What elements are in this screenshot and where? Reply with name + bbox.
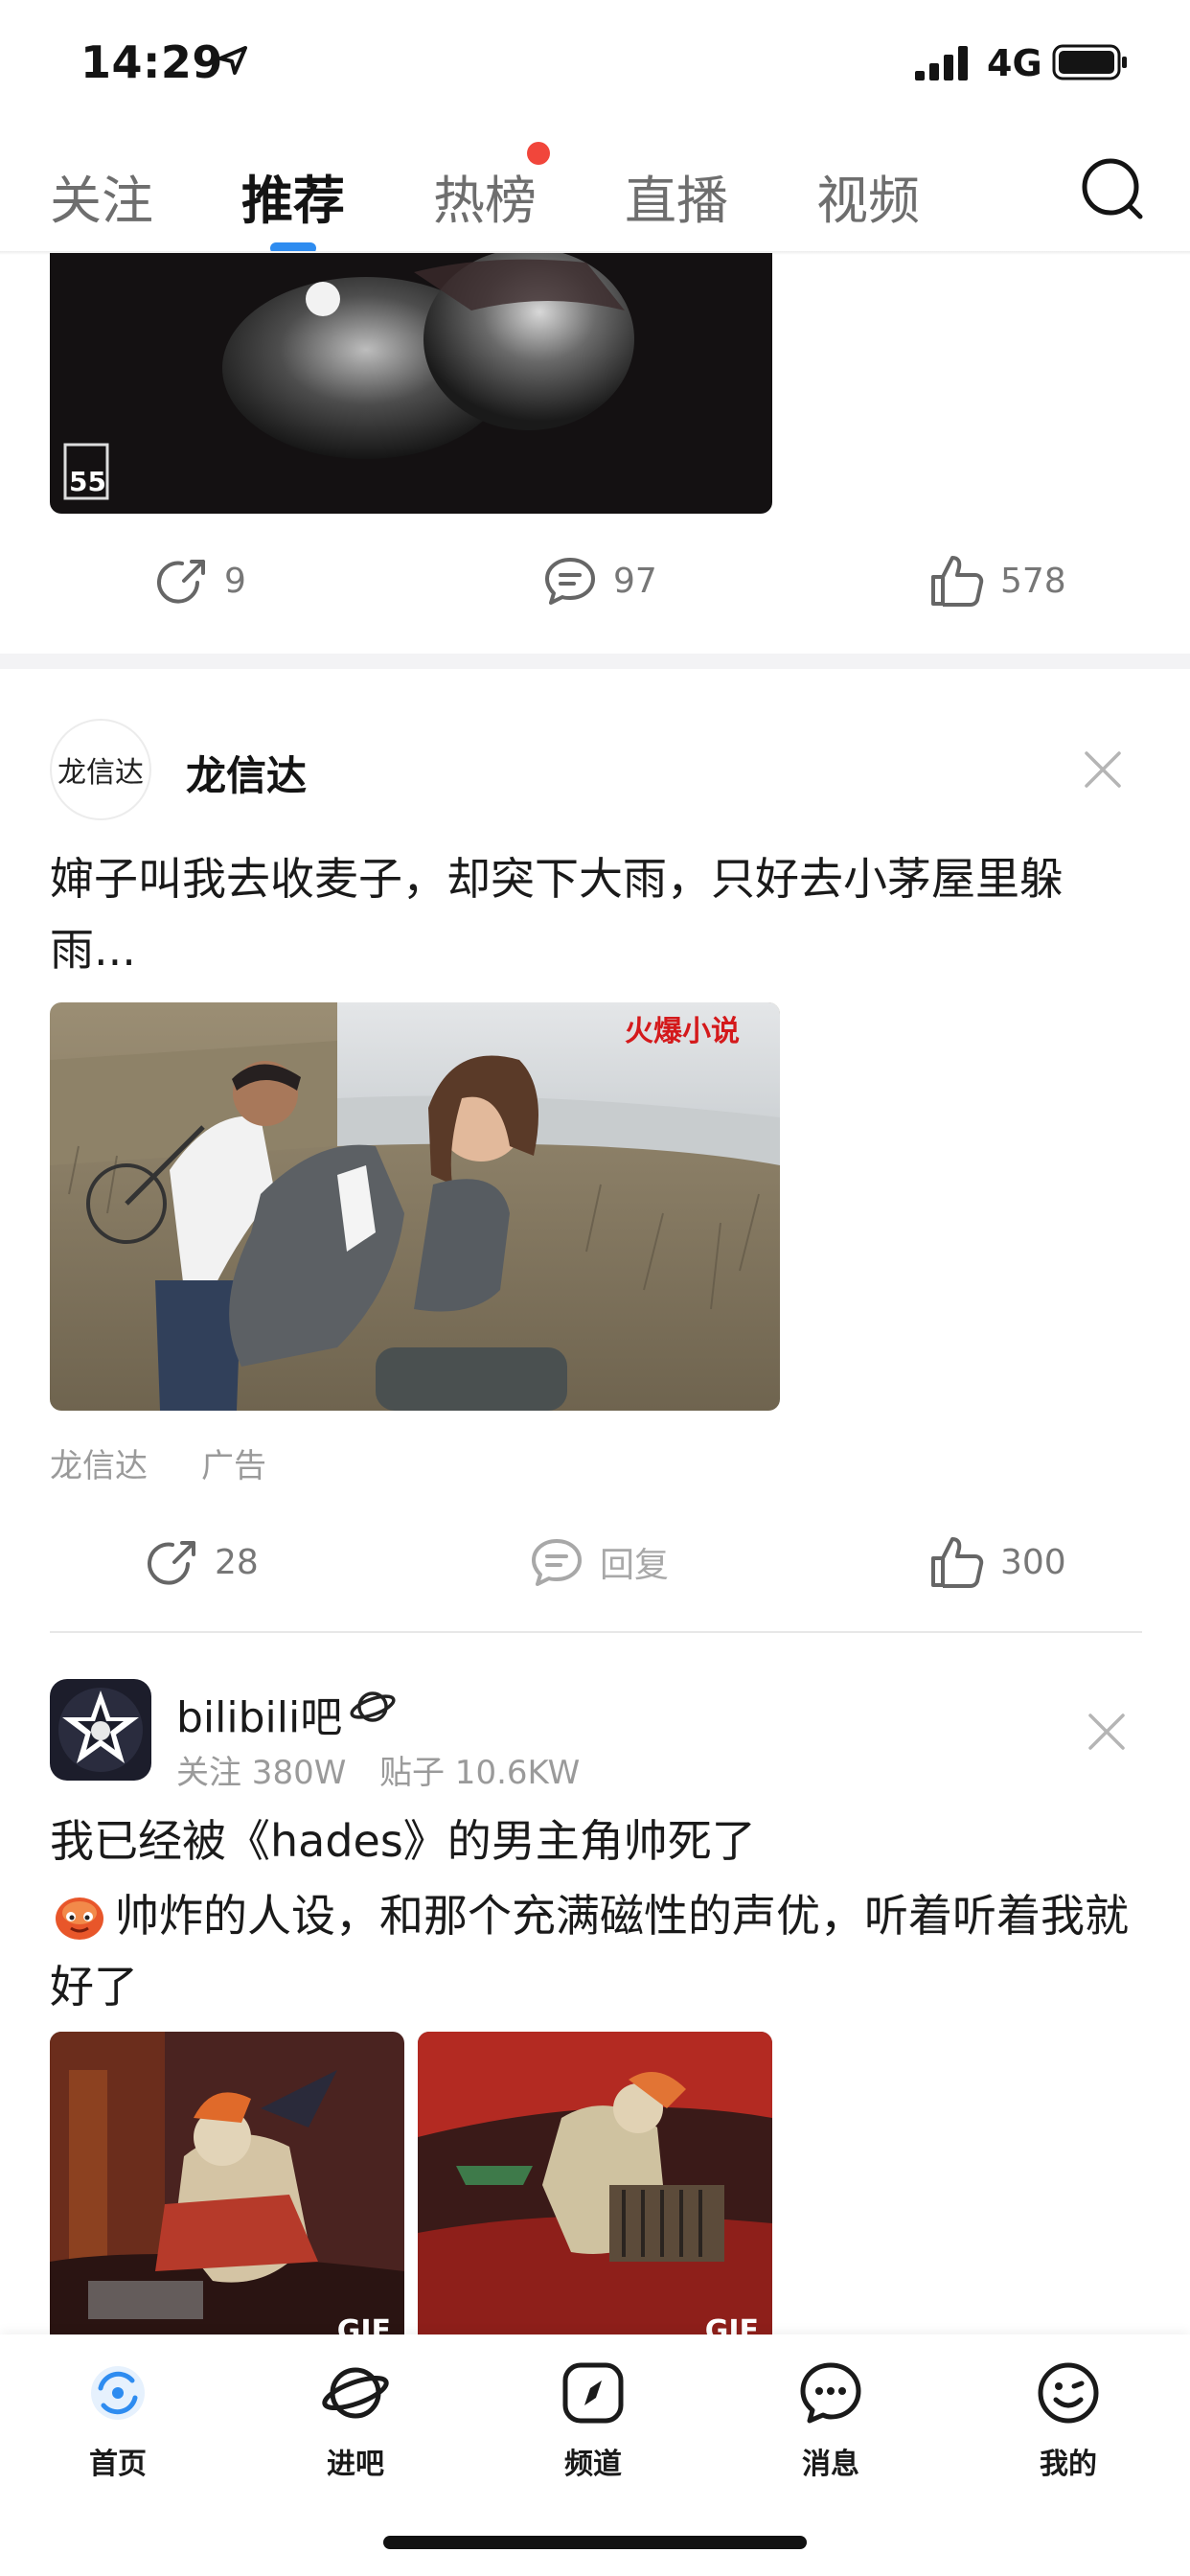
thumbs-up-icon — [931, 1537, 984, 1588]
post-divider — [50, 1631, 1142, 1633]
share-icon — [157, 560, 205, 604]
share-action[interactable]: 9 — [155, 554, 246, 608]
thumbs-up-icon — [931, 556, 984, 607]
reply-label: 回复 — [600, 1546, 670, 1585]
comment-icon — [545, 558, 595, 605]
ad-post-image[interactable]: 火爆小说 — [50, 1002, 780, 1411]
gif-thumbnail-1[interactable]: GIF — [50, 2032, 404, 2334]
emoji-face-icon — [56, 1898, 103, 1940]
forum-name[interactable]: bilibili吧 — [176, 1683, 342, 1744]
like-action[interactable]: 300 — [929, 1533, 1066, 1591]
forum-post-title[interactable]: 我已经被《hades》的男主角帅死了 — [50, 1806, 1142, 1876]
tab-video[interactable]: 视频 — [816, 158, 920, 234]
search-icon[interactable] — [1079, 155, 1148, 224]
like-action[interactable]: 578 — [929, 552, 1066, 610]
nav-profile-label: 我的 — [1040, 2448, 1097, 2481]
smiley-face-icon — [1038, 2362, 1099, 2424]
network-type: 4G — [987, 42, 1042, 84]
home-indicator[interactable] — [383, 2536, 807, 2549]
nav-channels-label: 频道 — [564, 2448, 622, 2481]
ad-label: 广告 — [201, 1447, 266, 1485]
gif-badge: GIF — [704, 2314, 759, 2334]
nav-forums[interactable]: 进吧 — [279, 2359, 432, 2482]
reply-action[interactable]: 回复 — [529, 1535, 669, 1589]
message-icon — [800, 2362, 861, 2424]
comment-action[interactable]: 97 — [542, 554, 657, 608]
planet-icon — [322, 2367, 389, 2419]
ad-post-title[interactable]: 婶子叫我去收麦子，却突下大雨，只好去小茅屋里躲雨... — [50, 843, 1142, 985]
like-count: 578 — [1000, 561, 1066, 601]
location-arrow-icon — [218, 46, 247, 75]
tab-follow[interactable]: 关注 — [50, 158, 153, 234]
nav-channels[interactable]: 频道 — [516, 2359, 670, 2482]
gif-badge: GIF — [336, 2314, 391, 2334]
planet-badge-icon — [350, 1691, 396, 1722]
nav-home[interactable]: 首页 — [41, 2359, 195, 2482]
close-icon[interactable] — [1087, 1712, 1127, 1752]
nav-home-label: 首页 — [89, 2448, 147, 2481]
nav-forums-label: 进吧 — [327, 2448, 384, 2481]
nav-messages[interactable]: 消息 — [754, 2359, 907, 2482]
share-icon — [148, 1541, 195, 1585]
home-refresh-icon — [91, 2366, 145, 2420]
gif-thumbnail-2[interactable]: GIF — [418, 2032, 772, 2334]
ad-logo-text: 龙信达 — [57, 756, 144, 790]
forum-post-body-text: 帅炸的人设，和那个充满磁性的声优，听着听着我就好了 — [50, 1890, 1129, 2012]
notification-dot — [527, 142, 550, 165]
tab-live[interactable]: 直播 — [625, 158, 728, 234]
comment-icon — [532, 1539, 582, 1586]
prev-post-image[interactable]: 55 — [50, 253, 772, 514]
post-separator — [0, 654, 1190, 669]
like-count: 300 — [1000, 1542, 1066, 1582]
ad-author-avatar[interactable]: 龙信达 — [50, 719, 151, 820]
forum-avatar[interactable] — [50, 1679, 151, 1781]
share-count: 28 — [215, 1542, 259, 1582]
ad-image-watermark: 火爆小说 — [625, 1015, 740, 1048]
svg-text:55: 55 — [69, 466, 106, 497]
forum-post-body[interactable]: 帅炸的人设，和那个充满磁性的声优，听着听着我就好了 — [50, 1880, 1133, 2022]
forum-followers: 关注 380W — [176, 1754, 347, 1792]
ad-source: 龙信达 — [50, 1447, 148, 1485]
ad-author-name[interactable]: 龙信达 — [186, 744, 307, 802]
comment-count: 97 — [613, 561, 657, 601]
share-action[interactable]: 28 — [146, 1535, 259, 1589]
status-time: 14:29 — [80, 36, 223, 88]
signal-icon — [915, 46, 968, 80]
tab-hot-list[interactable]: 热榜 — [433, 158, 537, 234]
close-icon[interactable] — [1083, 749, 1123, 790]
nav-profile[interactable]: 我的 — [992, 2359, 1145, 2482]
compass-icon — [562, 2362, 624, 2424]
nav-messages-label: 消息 — [802, 2448, 859, 2481]
tab-recommend[interactable]: 推荐 — [241, 158, 345, 234]
share-count: 9 — [224, 561, 246, 601]
battery-icon — [1052, 44, 1127, 80]
forum-post-count: 贴子 10.6KW — [379, 1754, 581, 1792]
